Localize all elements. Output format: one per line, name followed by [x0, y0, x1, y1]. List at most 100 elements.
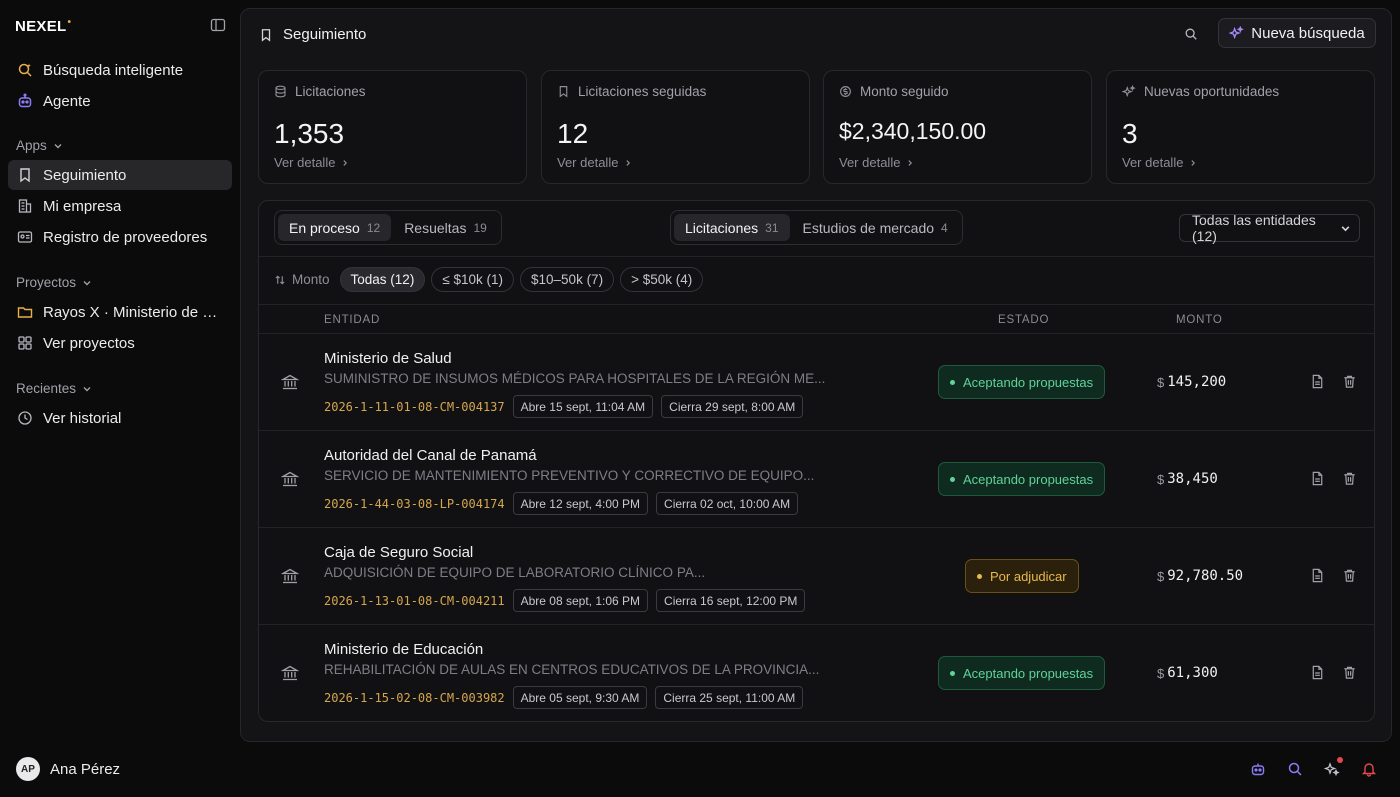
document-icon[interactable] — [1310, 665, 1325, 680]
tender-description: SUMINISTRO DE INSUMOS MÉDICOS PARA HOSPI… — [324, 371, 826, 386]
stat-card-new-opportunities: Nuevas oportunidades 3 Ver detalle — [1106, 70, 1375, 184]
chip-all[interactable]: Todas (12) — [339, 267, 426, 292]
entity-select[interactable]: Todas las entidades (12) — [1179, 212, 1360, 244]
chevron-down-icon — [53, 141, 63, 151]
sidebar-item-supplier-registry[interactable]: Registro de proveedores — [8, 222, 232, 252]
document-icon[interactable] — [1310, 471, 1325, 486]
entity-name: Ministerio de Salud — [324, 350, 452, 367]
document-icon[interactable] — [1310, 374, 1325, 389]
app-logo[interactable]: NEXEL• — [15, 17, 71, 35]
document-icon[interactable] — [1310, 568, 1325, 583]
tender-description: SERVICIO DE MANTENIMIENTO PREVENTIVO Y C… — [324, 468, 815, 483]
sidebar-item-label: Agente — [43, 92, 91, 110]
amount: $38,450 — [1157, 471, 1218, 487]
trash-icon[interactable] — [1342, 568, 1357, 583]
sidebar-item-view-projects[interactable]: Ver proyectos — [8, 328, 232, 358]
status-text: Aceptando propuestas — [963, 665, 1094, 681]
table-row[interactable]: Caja de Seguro Social ADQUISICIÓN DE EQU… — [259, 527, 1374, 624]
sidebar-item-smart-search[interactable]: Búsqueda inteligente — [8, 55, 232, 85]
view-detail-link[interactable]: Ver detalle — [1122, 155, 1197, 170]
view-detail-link[interactable]: Ver detalle — [839, 155, 914, 170]
stat-card-title: Licitaciones seguidas — [578, 84, 707, 99]
sidebar-item-my-company[interactable]: Mi empresa — [8, 191, 232, 221]
tab-count: 19 — [473, 220, 487, 235]
entity-name: Ministerio de Educación — [324, 641, 484, 658]
tab-label: Estudios de mercado — [802, 219, 935, 236]
trash-icon[interactable] — [1342, 665, 1357, 680]
bookmark-icon — [17, 167, 33, 183]
dollar-icon — [839, 85, 852, 98]
sidebar-item-project[interactable]: Rayos X · Ministerio de Salud — [8, 297, 232, 327]
tender-meta: 2026-1-44-03-08-LP-004174 Abre 12 sept, … — [324, 492, 799, 515]
column-header-entity[interactable]: ENTIDAD — [324, 314, 380, 326]
sidebar-item-history[interactable]: Ver historial — [8, 403, 232, 433]
sidebar-toggle-icon[interactable] — [210, 17, 226, 33]
stat-card-value: $2,340,150.00 — [839, 118, 987, 144]
tab-resolved[interactable]: Resueltas 19 — [393, 214, 498, 241]
projects-section-toggle[interactable]: Proyectos — [16, 275, 92, 290]
tender-code[interactable]: 2026-1-11-01-08-CM-004137 — [324, 400, 505, 414]
trash-icon[interactable] — [1342, 374, 1357, 389]
status-badge: Aceptando propuestas — [938, 462, 1106, 496]
status-dot — [950, 476, 955, 482]
table-row[interactable]: Autoridad del Canal de Panamá SERVICIO D… — [259, 430, 1374, 527]
chip-under-10k[interactable]: ≤ $10k (1) — [431, 267, 515, 292]
closes-date: Cierra 25 sept, 11:00 AM — [655, 686, 804, 709]
database-icon — [274, 85, 287, 98]
notification-dot — [1337, 757, 1343, 763]
sort-by-amount[interactable]: Monto — [274, 272, 330, 287]
tab-count: 4 — [941, 220, 948, 235]
view-detail-link[interactable]: Ver detalle — [274, 155, 349, 170]
table-row[interactable]: Ministerio de Educación REHABILITACIÓN D… — [259, 624, 1374, 721]
trash-icon[interactable] — [1342, 471, 1357, 486]
amount-value: 92,780.50 — [1167, 568, 1244, 584]
id-card-icon — [17, 229, 33, 245]
sidebar-item-agent[interactable]: Agente — [8, 86, 232, 116]
chevron-right-icon — [624, 159, 632, 167]
tab-in-process[interactable]: En proceso 12 — [278, 214, 392, 241]
column-header-amount[interactable]: MONTO — [1176, 314, 1223, 326]
recent-section-label: Recientes — [16, 381, 77, 396]
recent-section-toggle[interactable]: Recientes — [16, 381, 92, 396]
sparkles-icon[interactable] — [1324, 757, 1343, 777]
bank-icon — [281, 373, 299, 391]
entity-name: Caja de Seguro Social — [324, 544, 474, 561]
sidebar-item-label: Seguimiento — [43, 166, 127, 184]
apps-section-toggle[interactable]: Apps — [16, 138, 63, 153]
tender-code[interactable]: 2026-1-15-02-08-CM-003982 — [324, 691, 505, 705]
bank-icon — [281, 664, 299, 682]
stat-card-title: Monto seguido — [860, 84, 949, 99]
sidebar-item-tracking[interactable]: Seguimiento — [8, 160, 232, 190]
chip-over-50k[interactable]: > $50k (4) — [620, 267, 704, 292]
column-header-status[interactable]: ESTADO — [998, 314, 1049, 326]
user-profile[interactable]: AP Ana Pérez — [16, 757, 120, 781]
view-detail-link[interactable]: Ver detalle — [557, 155, 632, 170]
closes-date: Cierra 02 oct, 10:00 AM — [656, 492, 799, 515]
stat-card-value: 1,353 — [274, 118, 345, 149]
status-badge: Aceptando propuestas — [938, 656, 1106, 690]
bell-icon[interactable] — [1361, 761, 1377, 777]
view-detail-label: Ver detalle — [1122, 155, 1184, 170]
amount-filters: Monto Todas (12) ≤ $10k (1) $10–50k (7) … — [274, 267, 704, 292]
table-row[interactable]: Ministerio de Salud SUMINISTRO DE INSUMO… — [259, 333, 1374, 430]
search-icon[interactable] — [1287, 761, 1303, 777]
tab-market-studies[interactable]: Estudios de mercado 4 — [792, 214, 959, 241]
amount-value: 38,450 — [1167, 471, 1218, 487]
tab-tenders[interactable]: Licitaciones 31 — [674, 214, 790, 241]
chip-10k-50k[interactable]: $10–50k (7) — [520, 267, 615, 292]
sidebar: NEXEL• Búsqueda inteligente Agente Apps … — [0, 0, 240, 797]
opens-date: Abre 08 sept, 1:06 PM — [512, 589, 649, 612]
sidebar-item-label: Ver historial — [43, 409, 122, 427]
user-name: Ana Pérez — [50, 760, 121, 778]
search-icon[interactable] — [1184, 27, 1200, 43]
robot-icon[interactable] — [1250, 761, 1266, 777]
chevron-down-icon — [82, 384, 92, 394]
tender-meta: 2026-1-11-01-08-CM-004137 Abre 15 sept, … — [324, 395, 804, 418]
currency-symbol: $ — [1157, 471, 1165, 487]
chevron-down-icon — [82, 278, 92, 288]
sparkles-icon — [1122, 84, 1136, 99]
tender-code[interactable]: 2026-1-44-03-08-LP-004174 — [324, 497, 505, 511]
tender-code[interactable]: 2026-1-13-01-08-CM-004211 — [324, 594, 505, 608]
new-search-button[interactable]: Nueva búsqueda — [1218, 18, 1376, 48]
amount-value: 145,200 — [1167, 374, 1227, 390]
